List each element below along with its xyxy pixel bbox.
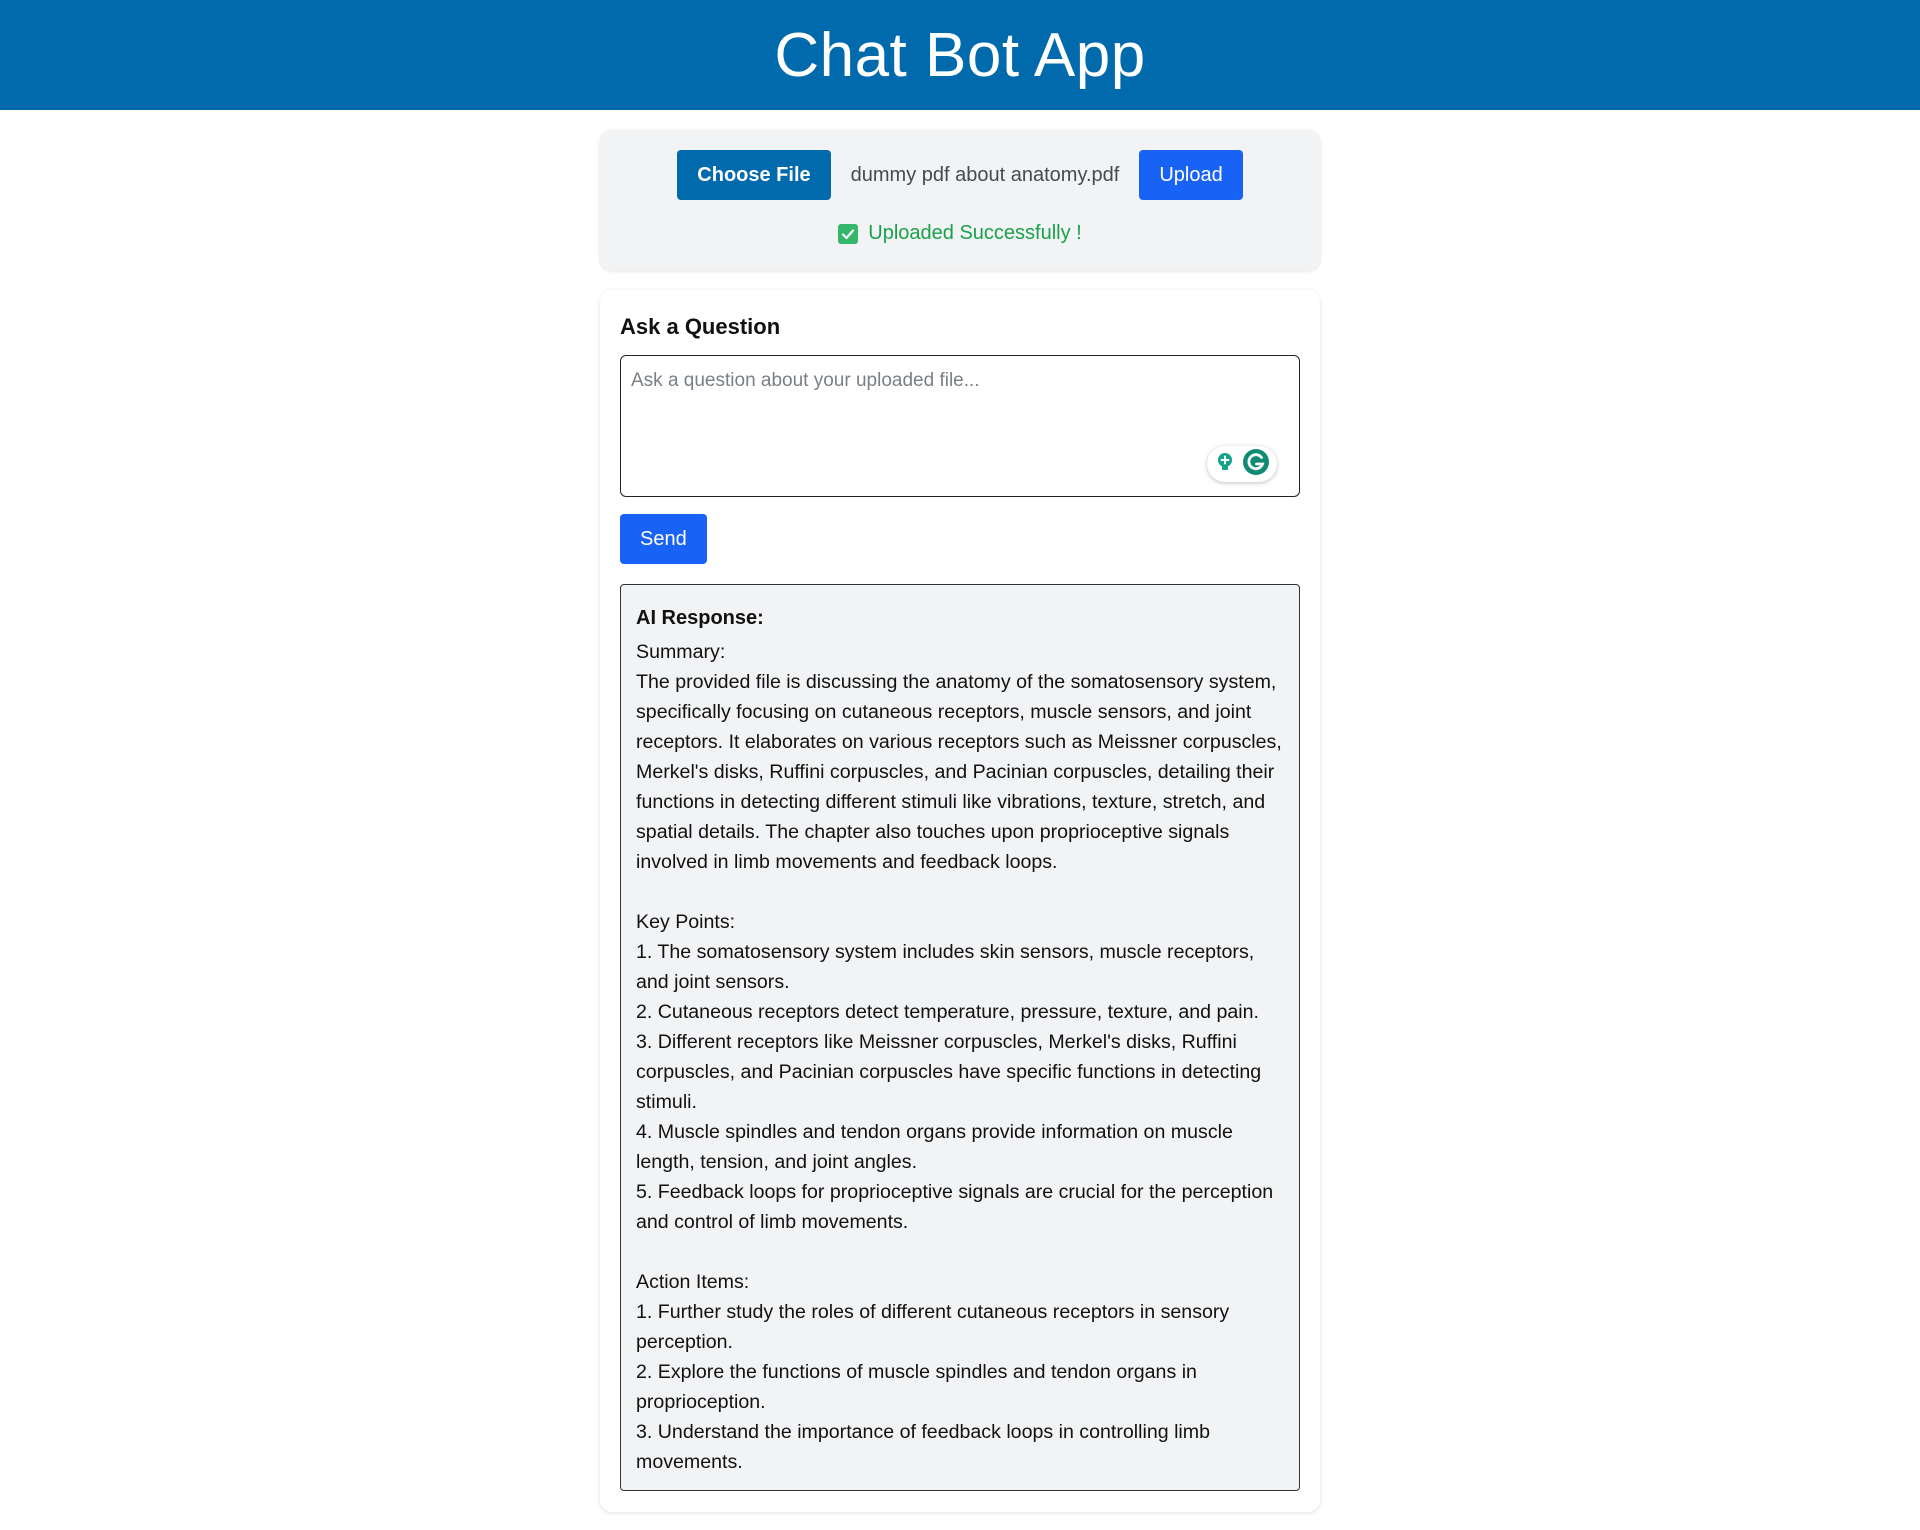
- app-title: Chat Bot App: [774, 20, 1146, 90]
- upload-row: Choose File dummy pdf about anatomy.pdf …: [600, 150, 1320, 200]
- upload-status-text: Uploaded Successfully !: [868, 222, 1082, 244]
- ai-response-box: AI Response: Summary: The provided file …: [620, 584, 1300, 1491]
- question-card: Ask a Question Send AI Response: Summary…: [600, 290, 1320, 1512]
- question-heading: Ask a Question: [620, 314, 781, 339]
- ai-response-label: AI Response:: [636, 607, 764, 629]
- choose-file-button[interactable]: Choose File: [677, 150, 831, 200]
- question-input[interactable]: [621, 356, 1299, 496]
- selected-file-name: dummy pdf about anatomy.pdf: [850, 163, 1120, 186]
- app-header: Chat Bot App: [0, 0, 1920, 110]
- lightbulb-icon[interactable]: [1214, 451, 1236, 478]
- question-box: [620, 355, 1300, 497]
- send-button[interactable]: Send: [620, 514, 707, 564]
- upload-button[interactable]: Upload: [1139, 150, 1243, 200]
- check-icon: [838, 223, 859, 244]
- ai-response-text: Summary: The provided file is discussing…: [636, 641, 1282, 1473]
- writing-assistant-widget[interactable]: [1207, 446, 1277, 482]
- grammarly-g-icon[interactable]: [1242, 448, 1270, 481]
- upload-status: Uploaded Successfully !: [600, 222, 1320, 245]
- upload-card: Choose File dummy pdf about anatomy.pdf …: [600, 130, 1320, 270]
